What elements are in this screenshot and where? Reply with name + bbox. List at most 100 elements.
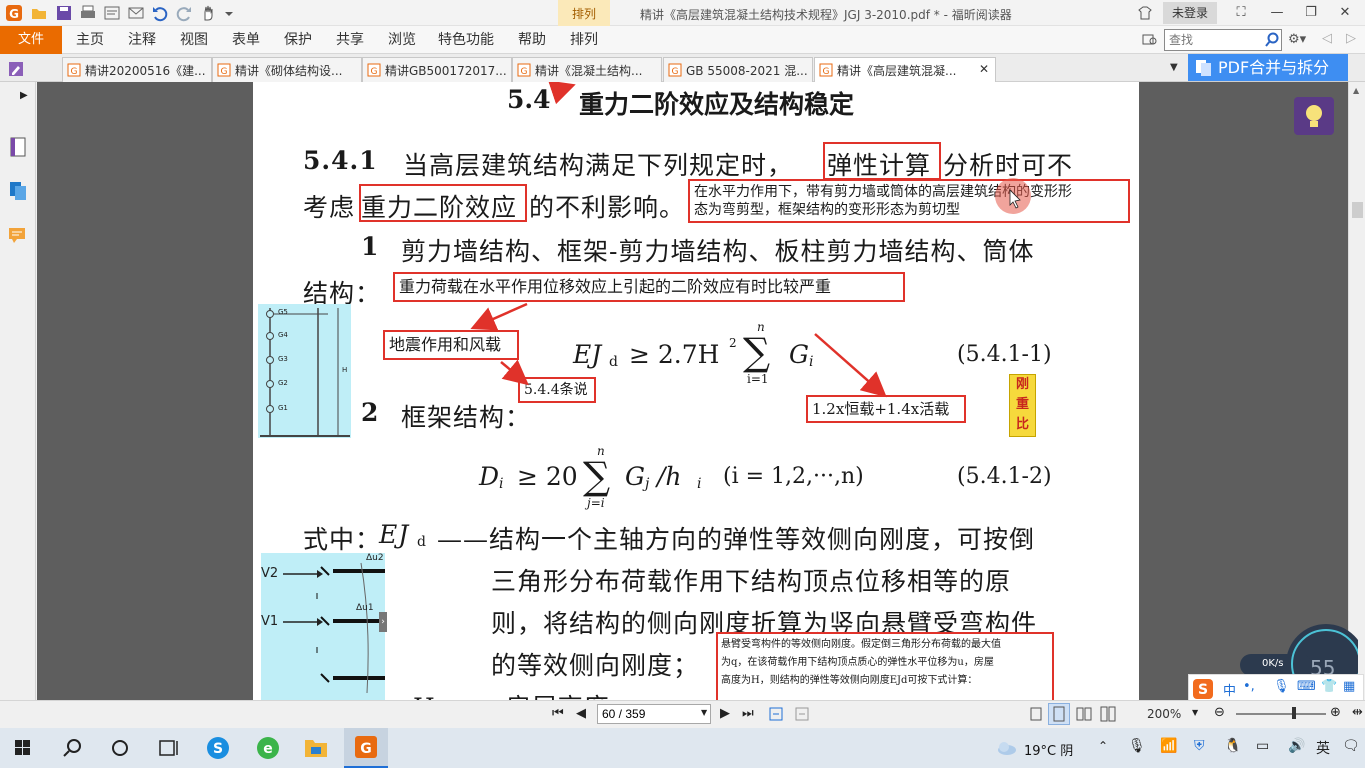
file-menu-button[interactable]: 文件 (0, 26, 62, 54)
app-logo-icon[interactable]: G (5, 4, 23, 22)
page-dropdown-icon[interactable]: ▼ (701, 708, 707, 717)
volume-icon[interactable]: 🔊 (1288, 738, 1305, 754)
open-folder-icon[interactable] (30, 4, 48, 22)
email-icon[interactable] (127, 4, 145, 22)
keyboard-icon[interactable]: ⌨ (1297, 679, 1316, 694)
tab-help[interactable]: 帮助 (518, 26, 546, 54)
doc-tab[interactable]: G GB 55008-2021 混... (663, 57, 813, 82)
sogou-browser-icon[interactable]: S (196, 728, 240, 768)
tab-share[interactable]: 共享 (336, 26, 364, 54)
fullscreen-icon[interactable]: ⛶ (1226, 2, 1256, 24)
next-page-icon[interactable]: ▶ (720, 706, 730, 721)
zoom-level[interactable]: 200% (1147, 707, 1181, 721)
foxit-reader-taskbar-icon[interactable]: G (344, 728, 388, 768)
redo-icon[interactable] (175, 4, 193, 22)
doc-tab[interactable]: G 精讲GB500172017... (362, 57, 512, 82)
tab-features[interactable]: 特色功能 (438, 26, 494, 54)
comments-icon[interactable] (8, 226, 28, 248)
next-view-icon[interactable] (794, 706, 810, 722)
punctuation-icon[interactable]: •, (1243, 679, 1255, 694)
network-icon[interactable]: 📶 (1160, 738, 1177, 754)
page-number-input[interactable] (597, 704, 711, 724)
search-folder-icon[interactable] (1142, 31, 1158, 47)
maximize-button[interactable]: ❐ (1296, 2, 1326, 24)
prev-page-icon[interactable]: ◀ (576, 706, 586, 721)
scroll-up-icon[interactable]: ▲ (1353, 86, 1359, 95)
skin-shirt-icon[interactable]: 👕 (1321, 679, 1337, 694)
tab-arrange[interactable]: 排列 (570, 26, 598, 54)
nav-forward-icon[interactable]: ▷ (1346, 31, 1356, 46)
pdf-merge-split-button[interactable]: PDF合并与拆分 (1188, 54, 1348, 81)
task-view-icon[interactable] (146, 728, 190, 768)
properties-icon[interactable] (103, 4, 121, 22)
ime-toolbar[interactable]: S 中 •, 🎙 ⌨ 👕 ▦ (1188, 674, 1364, 702)
zoom-dropdown-icon[interactable]: ▼ (1192, 708, 1198, 717)
save-icon[interactable] (55, 4, 73, 22)
minimize-button[interactable]: — (1262, 2, 1292, 24)
skin-icon[interactable] (1136, 4, 1154, 22)
continuous-facing-icon[interactable] (1100, 706, 1116, 722)
facing-page-icon[interactable] (1076, 706, 1092, 722)
close-tab-icon[interactable]: ✕ (979, 62, 989, 76)
doc-tab[interactable]: G 精讲《砌体结构设... (212, 57, 362, 82)
voice-icon[interactable]: 🎙 (1273, 679, 1290, 694)
context-tab-arrange[interactable]: 排列 (558, 0, 610, 26)
tray-expand-icon[interactable]: ⌃ (1098, 739, 1108, 753)
tab-home[interactable]: 主页 (76, 26, 104, 54)
expand-panel-icon[interactable]: ▶ (20, 90, 28, 101)
vertical-scrollbar[interactable]: ▲ (1348, 82, 1365, 700)
tab-protect[interactable]: 保护 (284, 26, 312, 54)
weather-icon[interactable] (996, 738, 1018, 758)
notification-icon[interactable]: 🗨 (1342, 738, 1360, 754)
nav-back-icon[interactable]: ◁ (1322, 31, 1332, 46)
close-button[interactable]: ✕ (1330, 2, 1360, 24)
page-thumbnails-icon[interactable] (8, 136, 28, 158)
zoom-in-icon[interactable]: ⊕ (1330, 705, 1341, 720)
prev-view-icon[interactable] (768, 706, 784, 722)
first-page-icon[interactable]: ⏮ (552, 706, 564, 721)
windows-start-icon[interactable] (0, 728, 44, 768)
last-page-icon[interactable]: ⏭ (742, 706, 754, 721)
layers-icon[interactable] (8, 180, 28, 202)
tab-list-dropdown-icon[interactable]: ▼ (1170, 62, 1178, 73)
weather-text[interactable]: 19°C 阴 (1024, 740, 1073, 759)
hand-tool-icon[interactable] (199, 4, 217, 22)
doc-tab[interactable]: G 精讲《混凝土结构... (512, 57, 662, 82)
microphone-icon[interactable]: 🎙 (1128, 738, 1146, 754)
tab-comment[interactable]: 注释 (128, 26, 156, 54)
sogou-logo-icon[interactable]: S (1192, 678, 1214, 700)
scroll-thumb[interactable] (1352, 202, 1363, 218)
tab-view[interactable]: 视图 (180, 26, 208, 54)
taskbar-search-icon[interactable] (50, 728, 94, 768)
undo-icon[interactable] (151, 4, 169, 22)
tab-form[interactable]: 表单 (232, 26, 260, 54)
document-canvas[interactable]: 5.4 重力二阶效应及结构稳定 5.4.1 当高层建筑结构满足下列规定时， 弹性… (37, 82, 1348, 700)
lightbulb-tip-icon[interactable] (1294, 97, 1334, 135)
svg-text:S: S (213, 741, 223, 757)
security-shield-icon[interactable]: ⛨ (1194, 738, 1205, 754)
continuous-page-icon[interactable] (1048, 703, 1070, 725)
doc-tab-active[interactable]: G 精讲《高层建筑混凝... ✕ (814, 57, 996, 82)
doc-tab-label: 精讲《混凝土结构... (535, 64, 643, 78)
customize-dropdown-icon[interactable] (223, 4, 235, 22)
ime-mode-icon[interactable]: 英 (1316, 738, 1330, 758)
ime-menu-icon[interactable]: ▦ (1343, 679, 1355, 694)
zoom-slider[interactable] (1236, 713, 1326, 715)
single-page-icon[interactable] (1028, 706, 1044, 722)
browser-e-icon[interactable]: e (246, 728, 290, 768)
zoom-out-icon[interactable]: ⊖ (1214, 705, 1225, 720)
login-button[interactable]: 未登录 (1163, 2, 1217, 24)
tab-browse[interactable]: 浏览 (388, 26, 416, 54)
ime-language[interactable]: 中 (1223, 680, 1236, 699)
cortana-icon[interactable] (98, 728, 142, 768)
battery-icon[interactable]: ▭ (1256, 738, 1269, 754)
print-icon[interactable] (79, 4, 97, 22)
file-explorer-icon[interactable] (294, 728, 338, 768)
edit-tool-icon[interactable] (8, 61, 24, 77)
settings-gear-icon[interactable]: ⚙▾ (1288, 32, 1312, 48)
zoom-slider-thumb[interactable] (1292, 707, 1296, 719)
search-icon[interactable] (1264, 32, 1280, 48)
qq-icon[interactable]: 🐧 (1224, 738, 1241, 754)
fit-width-icon[interactable]: ⇹ (1352, 705, 1363, 720)
doc-tab[interactable]: G 精讲20200516《建... (62, 57, 212, 82)
